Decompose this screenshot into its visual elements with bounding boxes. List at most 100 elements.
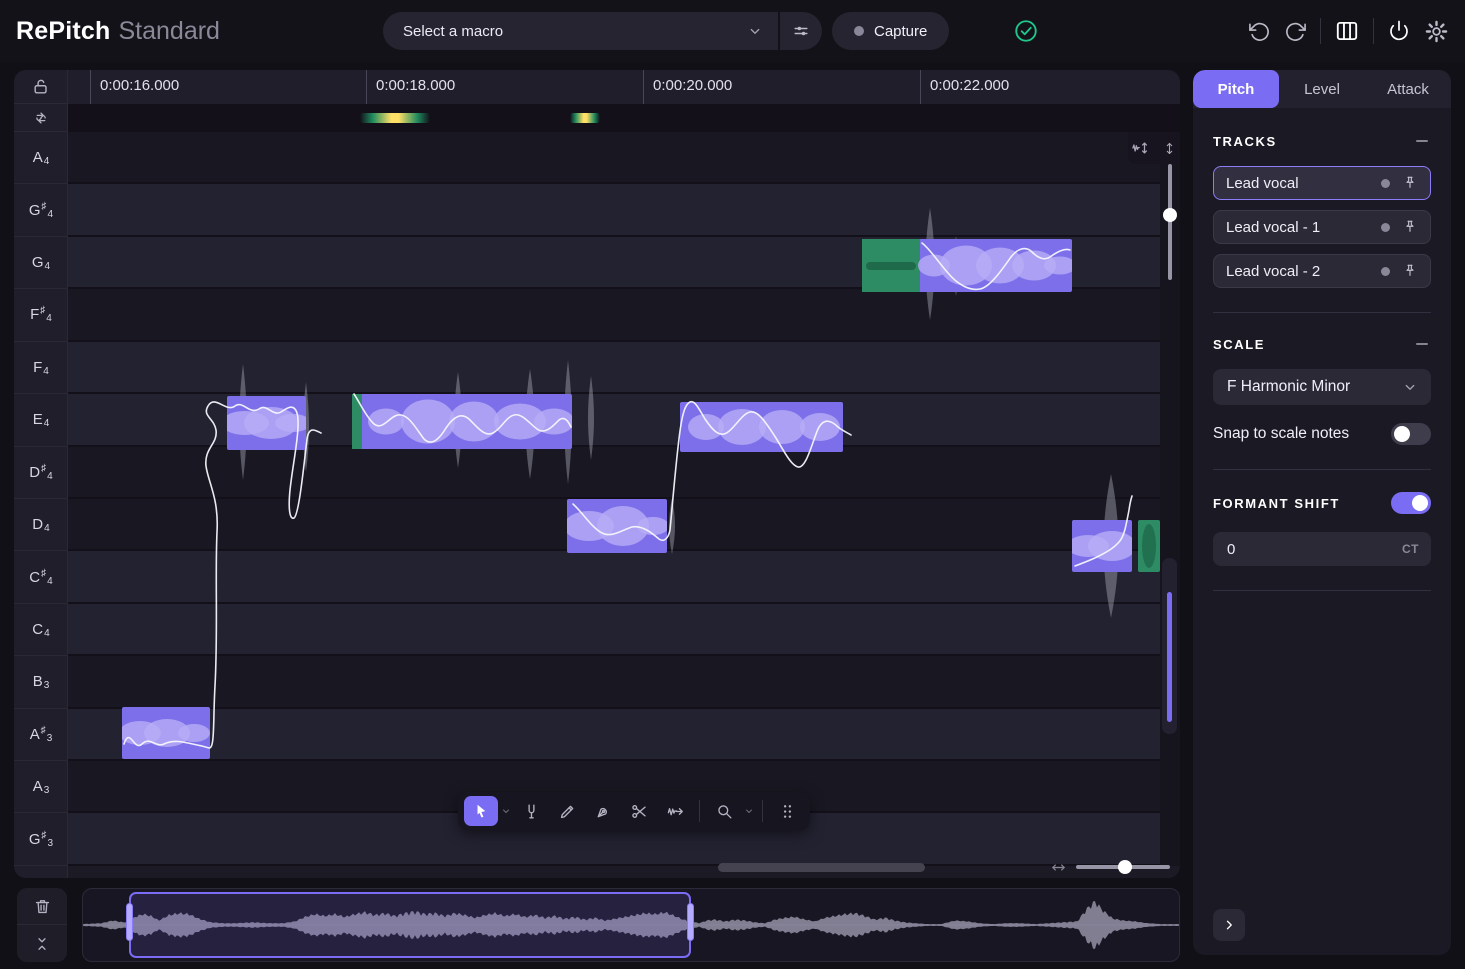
redo-icon — [1284, 20, 1307, 43]
pin-icon[interactable] — [1402, 175, 1418, 191]
pin-icon[interactable] — [1402, 263, 1418, 279]
vertical-arrows-icon[interactable] — [1162, 141, 1177, 156]
track-status-dot[interactable] — [1381, 223, 1390, 232]
chevron-down-icon — [1401, 378, 1419, 396]
piano-key-f4[interactable]: F4 — [14, 342, 68, 394]
loop-button[interactable] — [14, 104, 67, 132]
power-button[interactable] — [1387, 19, 1411, 43]
piano-key-fsharp4[interactable]: F♯4 — [14, 289, 68, 341]
formant-shift-input[interactable]: 0 CT — [1213, 532, 1431, 566]
note-block[interactable] — [862, 239, 1072, 292]
track-list: Lead vocal Lead vocal - 1 Lead vocal - 2 — [1213, 166, 1431, 288]
tab-pitch[interactable]: Pitch — [1193, 70, 1279, 108]
piano-key-c4[interactable]: C4 — [14, 604, 68, 656]
expand-button[interactable] — [1213, 909, 1245, 941]
grid-row[interactable] — [68, 184, 1160, 236]
tuning-fork-tool-button[interactable] — [514, 796, 548, 826]
divider — [1213, 469, 1431, 470]
note-labels: A4G♯4G4F♯4F4E4D♯4D4C♯4C4B3A♯3A3G♯3 — [14, 132, 68, 866]
chevron-down-icon[interactable] — [500, 805, 512, 817]
redo-button[interactable] — [1284, 20, 1307, 43]
pencil-tool-button[interactable] — [550, 796, 584, 826]
tab-attack[interactable]: Attack — [1365, 70, 1451, 108]
track-row[interactable]: Lead vocal - 1 — [1213, 210, 1431, 244]
panel-body: TRACKS Lead vocalLead vocal - 1Lead voca… — [1193, 108, 1451, 955]
piano-key-dsharp4[interactable]: D♯4 — [14, 447, 68, 499]
piano-key-gsharp4[interactable]: G♯4 — [14, 184, 68, 236]
selection-right-handle[interactable] — [687, 903, 694, 941]
grid-row[interactable] — [68, 656, 1160, 708]
piano-key-e4[interactable]: E4 — [14, 394, 68, 446]
selection-left-handle[interactable] — [126, 903, 133, 941]
zoom-tool-button[interactable] — [707, 796, 741, 826]
slider-thumb[interactable] — [1163, 208, 1177, 222]
pitch-grid[interactable] — [68, 132, 1160, 866]
vertical-scrollbar[interactable] — [1162, 558, 1177, 734]
grid-row[interactable] — [68, 604, 1160, 656]
note-block[interactable] — [1072, 520, 1132, 572]
horizontal-scrollbar[interactable] — [718, 863, 925, 872]
overview-selection[interactable] — [129, 892, 691, 958]
track-status-dot[interactable] — [1381, 179, 1390, 188]
vertical-zoom-slider[interactable] — [1164, 164, 1176, 280]
chevron-down-icon[interactable] — [743, 805, 755, 817]
settings-button[interactable] — [1424, 19, 1449, 44]
horizontal-zoom-slider[interactable] — [1076, 865, 1170, 869]
tab-level[interactable]: Level — [1279, 70, 1365, 108]
track-row[interactable]: Lead vocal — [1213, 166, 1431, 200]
timeline-ruler[interactable]: 0:00:16.0000:00:18.0000:00:20.0000:00:22… — [68, 70, 1180, 104]
tracks-collapse-button[interactable] — [1413, 132, 1431, 150]
grid-row[interactable] — [68, 709, 1160, 761]
piano-key-csharp4[interactable]: C♯4 — [14, 551, 68, 603]
scale-select[interactable]: F Harmonic Minor — [1213, 369, 1431, 405]
note-block[interactable] — [352, 394, 572, 449]
piano-key-b3[interactable]: B3 — [14, 656, 68, 708]
grip-tool-button[interactable] — [770, 796, 804, 826]
snap-toggle[interactable] — [1391, 423, 1431, 445]
grid-row[interactable] — [68, 342, 1160, 394]
note-block[interactable] — [567, 499, 667, 553]
vertical-scrollbar-thumb[interactable] — [1167, 592, 1172, 722]
waveform-overview[interactable] — [82, 888, 1180, 962]
formant-toggle[interactable] — [1391, 492, 1431, 514]
right-panel: PitchLevelAttack TRACKS Lead vocalLead v… — [1193, 70, 1451, 955]
tuning-fork-icon — [522, 802, 541, 821]
grid-row[interactable] — [68, 447, 1160, 499]
grid-row[interactable] — [68, 132, 1160, 184]
block-waveform — [1138, 520, 1160, 572]
lock-button[interactable] — [14, 70, 67, 104]
note-block[interactable] — [122, 707, 210, 759]
note-block[interactable] — [227, 396, 306, 450]
scale-collapse-button[interactable] — [1413, 335, 1431, 353]
delete-button[interactable] — [17, 888, 67, 925]
cursor-tool-button[interactable] — [464, 796, 498, 826]
note-block[interactable] — [680, 402, 843, 452]
capture-button[interactable]: Capture — [832, 12, 949, 50]
pen-nib-tool-button[interactable] — [586, 796, 620, 826]
piano-key-g4[interactable]: G4 — [14, 237, 68, 289]
grid-row[interactable] — [68, 551, 1160, 603]
wave-arrow-tool-button[interactable] — [658, 796, 692, 826]
piano-key-d4[interactable]: D4 — [14, 499, 68, 551]
wave-vertical-zoom-icon[interactable] — [1131, 139, 1149, 157]
scissors-tool-button[interactable] — [622, 796, 656, 826]
collapse-button[interactable] — [17, 925, 67, 962]
piano-key-a4[interactable]: A4 — [14, 132, 68, 184]
horizontal-arrows-icon — [1050, 859, 1067, 878]
track-status-dot[interactable] — [1381, 267, 1390, 276]
divider — [1320, 18, 1321, 44]
note-block[interactable] — [1138, 520, 1160, 572]
undo-button[interactable] — [1248, 20, 1271, 43]
piano-key-gsharp3[interactable]: G♯3 — [14, 813, 68, 865]
grid-row[interactable] — [68, 289, 1160, 341]
macro-settings-button[interactable] — [780, 12, 822, 50]
piano-key-asharp3[interactable]: A♯3 — [14, 709, 68, 761]
pin-icon[interactable] — [1402, 219, 1418, 235]
slider-thumb[interactable] — [1118, 860, 1132, 874]
formant-shift-value: 0 — [1227, 541, 1402, 558]
collapse-vertical-icon — [33, 935, 51, 953]
layout-columns-button[interactable] — [1334, 18, 1360, 44]
macro-select[interactable]: Select a macro — [383, 12, 778, 50]
track-row[interactable]: Lead vocal - 2 — [1213, 254, 1431, 288]
piano-key-a3[interactable]: A3 — [14, 761, 68, 813]
